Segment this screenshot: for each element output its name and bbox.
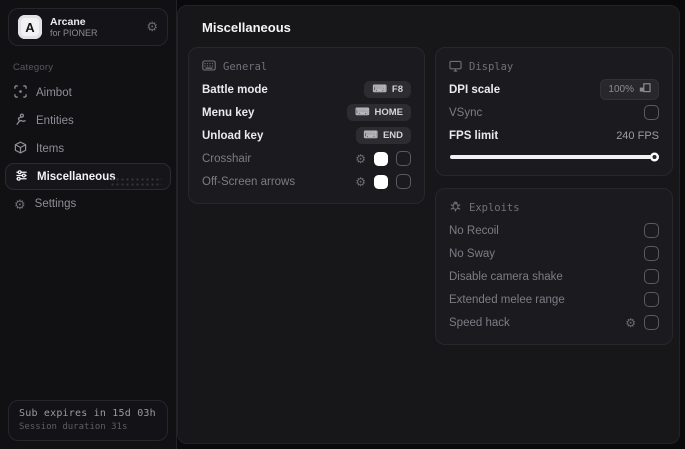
sidebar-item-entities[interactable]: Entities (0, 107, 176, 135)
setting-label: Off-Screen arrows (202, 175, 296, 188)
setting-row-dpi-scale: DPI scale 100% (449, 78, 659, 101)
setting-label: Extended melee range (449, 293, 565, 306)
crosshair-checkbox[interactable] (396, 151, 411, 166)
bug-icon (449, 200, 462, 216)
setting-row-unload-key: Unload key ⌨ END (202, 124, 411, 147)
dpi-scale-selector[interactable]: 100% (600, 79, 659, 100)
gear-icon[interactable]: ⚙ (355, 176, 366, 188)
brand-card: A Arcane for PIONER ⚙ (8, 8, 168, 46)
sidebar-item-items[interactable]: Items (0, 135, 176, 163)
panel-title: General (223, 61, 268, 73)
setting-label: Crosshair (202, 152, 252, 165)
keyboard-icon: ⌨ (372, 83, 387, 95)
sidebar-nav: Aimbot Entities Items Miscellaneous ⚙ Se… (0, 79, 176, 218)
page-title: Miscellaneous (202, 20, 291, 35)
brand-logo: A (18, 15, 42, 39)
speed-hack-checkbox[interactable] (644, 315, 659, 330)
setting-row-battle-mode: Battle mode ⌨ F8 (202, 78, 411, 101)
sidebar-item-label: Settings (34, 198, 77, 210)
setting-label: Disable camera shake (449, 270, 563, 283)
keybind-menu-key[interactable]: ⌨ HOME (347, 104, 411, 121)
sidebar-item-label: Miscellaneous (37, 170, 116, 183)
setting-label: No Sway (449, 247, 496, 260)
setting-label: VSync (449, 106, 483, 119)
setting-row-menu-key: Menu key ⌨ HOME (202, 101, 411, 124)
display-panel: Display DPI scale 100% VSync FPS limit 2… (435, 47, 673, 176)
keybind-battle-mode[interactable]: ⌨ F8 (364, 81, 411, 98)
exploits-panel: Exploits No Recoil No Sway Disable camer… (435, 188, 673, 345)
active-item-texture (110, 177, 162, 186)
monitor-icon (449, 60, 462, 75)
setting-row-no-sway: No Sway (449, 242, 659, 265)
camera-shake-checkbox[interactable] (644, 269, 659, 284)
setting-label: No Recoil (449, 224, 499, 237)
gear-icon[interactable]: ⚙ (355, 153, 366, 165)
setting-row-fps-limit: FPS limit 240 FPS (449, 124, 659, 147)
sliders-icon (15, 169, 28, 185)
no-sway-checkbox[interactable] (644, 246, 659, 261)
keybind-unload-key[interactable]: ⌨ END (355, 127, 411, 144)
cube-icon (14, 141, 27, 157)
melee-range-checkbox[interactable] (644, 292, 659, 307)
setting-row-vsync: VSync (449, 101, 659, 124)
brand-name: Arcane (50, 15, 86, 28)
app-window: A Arcane for PIONER ⚙ Category Aimbot En… (0, 0, 685, 449)
keyboard-icon (202, 60, 216, 74)
sidebar-item-settings[interactable]: ⚙ Settings (0, 190, 176, 218)
sidebar-item-aimbot[interactable]: Aimbot (0, 79, 176, 107)
category-label: Category (13, 62, 54, 73)
main-content: Miscellaneous General Battle mode ⌨ F8 M… (177, 5, 680, 444)
keyboard-icon: ⌨ (363, 129, 378, 141)
setting-label: FPS limit (449, 129, 499, 142)
gear-icon[interactable]: ⚙ (146, 19, 158, 35)
setting-label: Unload key (202, 129, 264, 142)
setting-label: DPI scale (449, 83, 501, 96)
slider-knob[interactable] (650, 152, 659, 162)
scan-target-icon (14, 85, 27, 101)
sidebar-item-label: Items (36, 143, 65, 155)
crosshair-color-swatch[interactable] (374, 151, 388, 166)
sidebar: A Arcane for PIONER ⚙ Category Aimbot En… (0, 0, 177, 449)
subscription-card: Sub expires in 15d 03h Session duration … (8, 400, 168, 441)
setting-row-offscreen-arrows: Off-Screen arrows ⚙ (202, 170, 411, 193)
panel-title: Exploits (469, 202, 520, 214)
setting-label: Battle mode (202, 83, 268, 96)
setting-row-no-recoil: No Recoil (449, 219, 659, 242)
keyboard-icon: ⌨ (355, 106, 370, 118)
vsync-checkbox[interactable] (644, 105, 659, 120)
brand-subtitle: for PIONER (50, 27, 98, 38)
fps-limit-slider[interactable] (450, 152, 659, 162)
offscreen-color-swatch[interactable] (374, 174, 388, 189)
sidebar-item-miscellaneous[interactable]: Miscellaneous (5, 163, 171, 190)
session-duration-text: Session duration 31s (19, 422, 128, 432)
panel-title: Display (469, 61, 514, 73)
entities-person-icon (14, 113, 27, 129)
sidebar-item-label: Aimbot (36, 87, 72, 99)
setting-row-melee-range: Extended melee range (449, 288, 659, 311)
general-panel: General Battle mode ⌨ F8 Menu key ⌨ HOME… (188, 47, 425, 204)
setting-label: Speed hack (449, 316, 510, 329)
setting-row-camera-shake: Disable camera shake (449, 265, 659, 288)
setting-row-crosshair: Crosshair ⚙ (202, 147, 411, 170)
sub-expiry-text: Sub expires in 15d 03h (19, 408, 156, 419)
sidebar-item-label: Entities (36, 115, 74, 127)
fps-limit-value: 240 FPS (616, 129, 659, 142)
offscreen-arrows-checkbox[interactable] (396, 174, 411, 189)
setting-label: Menu key (202, 106, 255, 119)
no-recoil-checkbox[interactable] (644, 223, 659, 238)
gear-icon: ⚙ (14, 196, 26, 212)
gear-icon[interactable]: ⚙ (625, 317, 636, 329)
scale-squares-icon (639, 83, 651, 96)
setting-row-speed-hack: Speed hack ⚙ (449, 311, 659, 334)
